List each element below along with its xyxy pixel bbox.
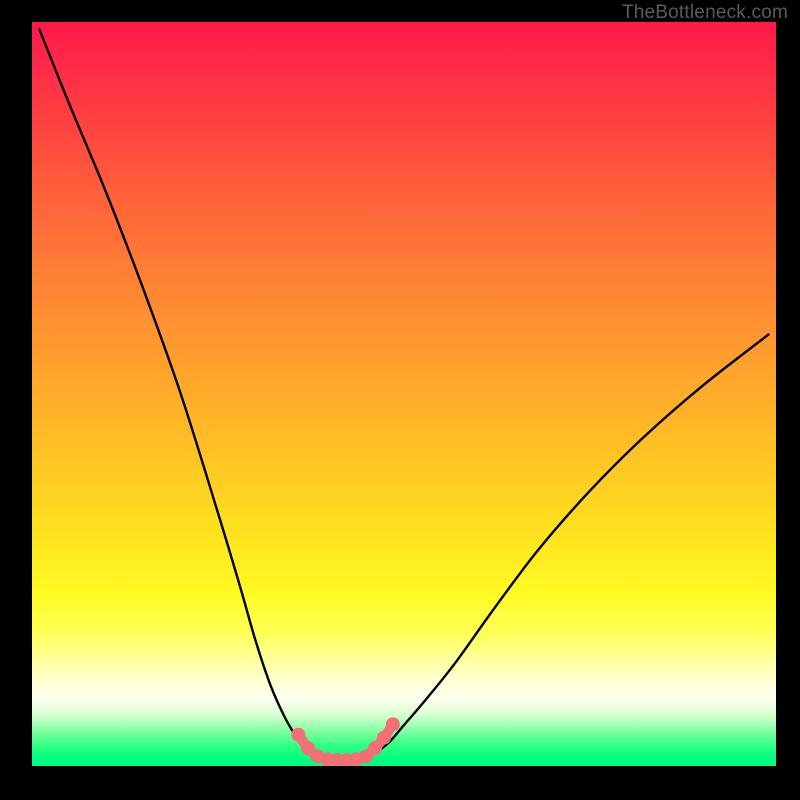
bottleneck-left-curve: [39, 29, 314, 755]
bottleneck-right-curve: [374, 334, 768, 754]
watermark-text: TheBottleneck.com: [622, 2, 788, 24]
valley-dot: [291, 728, 305, 742]
valley-dot: [386, 717, 400, 731]
plot-area: [32, 22, 776, 766]
valley-pink-dots: [291, 717, 399, 766]
valley-dot: [377, 731, 391, 745]
curve-layer: [32, 22, 776, 766]
chart-frame: TheBottleneck.com: [0, 0, 800, 800]
